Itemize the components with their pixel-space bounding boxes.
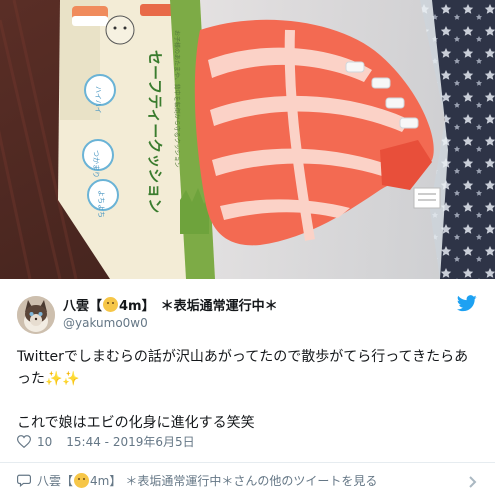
divider bbox=[0, 462, 495, 463]
tweet-photo[interactable]: ハイハイ つかまり よちよち セーフティークッション お子様のあたまや、背中を転… bbox=[0, 0, 495, 279]
baby-emoji-icon bbox=[74, 473, 90, 488]
tweet-card: 八雲【 4m】 ＊表垢通常運行中＊ @yakumo0w0 Twitterでしまむ… bbox=[0, 279, 495, 501]
author-name[interactable]: 八雲【 4m】 ＊表垢通常運行中＊ bbox=[63, 295, 278, 314]
author-name-prefix: 八雲【 bbox=[63, 299, 103, 314]
svg-text:つかまり: つかまり bbox=[92, 150, 100, 178]
author-name-mid: 4m】 bbox=[119, 299, 155, 314]
package-title-text: セーフティークッション bbox=[146, 50, 164, 213]
tweet-text-line2: これで娘はエビの化身に進化する笑笑 bbox=[17, 415, 255, 431]
footer-author-mid: 4m】 bbox=[90, 474, 122, 488]
footer-link-label: さんの他のツイートを見る bbox=[233, 474, 378, 488]
twitter-bird-icon[interactable] bbox=[457, 295, 477, 312]
footer-author-suffix: ＊表垢通常運行中＊ bbox=[125, 474, 234, 488]
avatar[interactable] bbox=[17, 296, 55, 334]
svg-text:ハイハイ: ハイハイ bbox=[94, 86, 102, 114]
tweet-meta: 10 15:44 - 2019年6月5日 bbox=[17, 433, 195, 450]
more-tweets-link[interactable]: 八雲【 4m】 ＊表垢通常運行中＊ さんの他のツイートを見る bbox=[17, 472, 377, 489]
svg-text:よちよち: よちよち bbox=[97, 190, 105, 218]
package-subtitle-text: お子様のあたまや、背中を転倒から守るクッション bbox=[173, 30, 181, 168]
like-count[interactable]: 10 bbox=[37, 435, 52, 449]
tweet-text: Twitterでしまむらの話が沢山あがってたので散歩がてら行ってきたらあった✨✨… bbox=[17, 346, 477, 434]
cat-avatar-icon bbox=[17, 296, 55, 334]
heart-icon[interactable] bbox=[17, 435, 31, 448]
chevron-right-icon[interactable] bbox=[466, 476, 478, 488]
footer-author-prefix: 八雲【 bbox=[37, 474, 74, 488]
tweet-text-line1: Twitterでしまむらの話が沢山あがってたので散歩がてら行ってきたらあった bbox=[17, 349, 469, 387]
author-name-suffix: ＊表垢通常運行中＊ bbox=[160, 299, 278, 314]
baby-emoji-icon bbox=[103, 297, 119, 312]
tweet-timestamp[interactable]: 15:44 - 2019年6月5日 bbox=[66, 433, 194, 450]
photo-illustration: ハイハイ つかまり よちよち セーフティークッション お子様のあたまや、背中を転… bbox=[0, 0, 495, 279]
author-handle[interactable]: @yakumo0w0 bbox=[63, 316, 148, 330]
sparkles-icon: ✨✨ bbox=[45, 371, 80, 387]
reply-bubble-icon bbox=[17, 474, 31, 487]
